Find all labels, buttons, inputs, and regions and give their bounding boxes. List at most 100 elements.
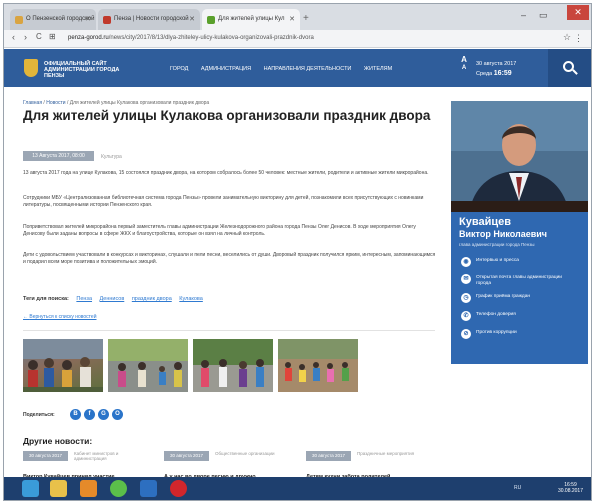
tab-close-icon[interactable]: ✕ — [189, 15, 195, 23]
tab-favicon-icon — [103, 16, 111, 24]
share-ok-button[interactable]: О — [112, 409, 123, 420]
site-name-line: ПЕНЗЫ — [44, 73, 65, 79]
back-button[interactable]: ‹ — [12, 32, 15, 42]
news-category: Общественные организации — [215, 451, 275, 456]
site-header: ОФИЦИАЛЬНЫЙ САЙТ АДМИНИСТРАЦИИ ГОРОДА ПЕ… — [4, 49, 591, 87]
explorer-icon[interactable] — [50, 480, 67, 497]
sidebar-item-label: График приёма граждан — [476, 294, 531, 299]
breadcrumb-home[interactable]: Главная — [23, 100, 42, 106]
url-host: penza-gorod.ru — [68, 35, 109, 41]
gallery-photo[interactable] — [278, 339, 358, 392]
sidebar-item-schedule[interactable]: ◷ График приёма граждан — [461, 293, 585, 306]
media-player-icon[interactable] — [80, 480, 97, 497]
official-portrait[interactable] — [451, 101, 588, 212]
photo-crowd-2 — [108, 339, 188, 392]
tab-close-icon[interactable]: ✕ — [289, 15, 295, 23]
news-category: Праздничные мероприятия — [357, 451, 415, 456]
main-nav: ГОРОД АДМИНИСТРАЦИЯ НАПРАВЛЕНИЯ ДЕЯТЕЛЬН… — [170, 66, 403, 72]
chrome-icon[interactable] — [110, 480, 127, 497]
official-name: Виктор Николаевич — [459, 229, 548, 239]
share-google-button[interactable]: G — [98, 409, 109, 420]
close-window-button[interactable]: ✕ — [567, 5, 589, 20]
nav-item-residents[interactable]: ЖИТЕЛЯМ — [364, 66, 392, 72]
opera-icon[interactable] — [170, 480, 187, 497]
tag-link[interactable]: Деннисов — [100, 296, 125, 302]
url-field[interactable]: penza-gorod.ru/news/city/2017/8/13/dlya-… — [68, 33, 558, 45]
tab-strip: О Пензенской городской ✕ Пенза | Новости… — [4, 4, 591, 30]
news-date-badge: 30 августа 2017 — [164, 451, 209, 461]
breadcrumb: Главная / Новости / Для жителей улицы Ку… — [23, 100, 210, 106]
search-button[interactable] — [548, 49, 591, 87]
header-datetime: 30 августа 2017 Среда 16:59 — [476, 60, 516, 79]
calendar-icon: ◷ — [461, 293, 471, 303]
sidebar-item-trust-phone[interactable]: ✆ Телефон доверия — [461, 311, 585, 324]
new-tab-button[interactable]: + — [303, 13, 309, 24]
article-paragraph: Дети с удовольствием участвовали в конку… — [23, 252, 436, 265]
article-category[interactable]: Культура — [101, 154, 122, 160]
gallery-photo[interactable] — [23, 339, 103, 392]
article-paragraph: Поприветствовал жителей микрорайона перв… — [23, 224, 416, 237]
sidebar-item-interviews[interactable]: ◉ Интервью и пресса — [461, 257, 585, 270]
browser-tab-2[interactable]: Пенза | Новости городской ✕ — [98, 9, 200, 30]
browser-menu-button[interactable]: ⋮ — [574, 33, 583, 44]
tab-favicon-icon — [15, 16, 23, 24]
browser-tab-1[interactable]: О Пензенской городской ✕ — [10, 9, 96, 30]
minimize-button[interactable]: – — [521, 10, 526, 20]
header-weekday: Среда — [476, 71, 493, 77]
tab-close-icon[interactable]: ✕ — [85, 15, 91, 23]
other-news-heading: Другие новости: — [23, 436, 93, 446]
tag-link[interactable]: Кулакова — [179, 296, 203, 302]
tab-title: Для жителей улицы Кул — [218, 16, 285, 22]
tab-favicon-icon — [207, 16, 215, 24]
photo-crowd-1 — [23, 339, 103, 392]
system-clock[interactable]: 16:59 30.08.2017 — [558, 482, 583, 494]
clock-date: 30.08.2017 — [557, 488, 583, 494]
photo-crowd-4 — [278, 339, 358, 392]
breadcrumb-current: Для жителей улицы Кулакова организовали … — [69, 100, 210, 106]
gallery-photo[interactable] — [193, 339, 273, 392]
back-to-news-label: Вернуться к списку новостей — [29, 314, 97, 320]
page-content: Главная / Новости / Для жителей улицы Ку… — [4, 87, 591, 480]
breadcrumb-news[interactable]: Новости — [46, 100, 65, 106]
header-date: 30 августа 2017 — [476, 61, 517, 67]
gallery-photo[interactable] — [108, 339, 188, 392]
phone-icon: ✆ — [461, 311, 471, 321]
site-name[interactable]: ОФИЦИАЛЬНЫЙ САЙТ АДМИНИСТРАЦИИ ГОРОДА ПЕ… — [44, 61, 144, 79]
nav-item-activities[interactable]: НАПРАВЛЕНИЯ ДЕЯТЕЛЬНОСТИ — [264, 66, 352, 72]
tag-link[interactable]: праздник двора — [132, 296, 172, 302]
nav-item-administration[interactable]: АДМИНИСТРАЦИЯ — [201, 66, 251, 72]
share-facebook-button[interactable]: f — [84, 409, 95, 420]
news-category: Кабинет министров и администрация — [74, 451, 119, 461]
font-large-button[interactable]: А — [459, 55, 469, 64]
browser-window: О Пензенской городской ✕ Пенза | Новости… — [3, 3, 592, 501]
home-button[interactable]: ⊞ — [49, 32, 56, 41]
shield-icon: ⊘ — [461, 329, 471, 339]
browser-tab-3-active[interactable]: Для жителей улицы Кул ✕ — [202, 9, 300, 30]
bookmark-star-icon[interactable]: ☆ — [563, 32, 571, 43]
head-of-administration-panel: Кувайцев Виктор Николаевич глава админис… — [451, 101, 588, 364]
article-date-badge: 13 Августа 2017, 08:00 — [23, 151, 94, 161]
back-to-news-link[interactable]: ← Вернуться к списку новостей — [23, 314, 96, 320]
start-button-icon[interactable] — [22, 480, 39, 497]
maximize-button[interactable]: ▭ — [539, 10, 548, 21]
address-bar: ‹ › C ⊞ penza-gorod.ru/news/city/2017/8/… — [4, 30, 591, 48]
forward-button[interactable]: › — [24, 32, 27, 42]
reload-button[interactable]: C — [36, 32, 42, 41]
official-role: глава администрации города Пензы — [459, 242, 535, 247]
page-title: Для жителей улицы Кулакова организовали … — [23, 108, 431, 123]
tab-title: Пенза | Новости городской — [114, 16, 189, 22]
nav-item-city[interactable]: ГОРОД — [170, 66, 188, 72]
sidebar-item-label: Против коррупции — [476, 330, 517, 335]
font-size-switcher: А А — [459, 55, 469, 73]
sidebar-item-anticorruption[interactable]: ⊘ Против коррупции — [461, 329, 585, 342]
font-small-button[interactable]: А — [459, 64, 469, 73]
sidebar-item-label: Открытая почта главы администрации город… — [476, 275, 562, 286]
language-indicator[interactable]: RU — [514, 485, 521, 491]
search-tags: Теги для поиска: Пенза Деннисов праздник… — [23, 296, 209, 302]
share-vk-button[interactable]: В — [70, 409, 81, 420]
city-emblem-icon[interactable] — [24, 59, 38, 77]
official-surname: Кувайцев — [459, 216, 511, 228]
sidebar-item-open-mail[interactable]: ✉ Открытая почта главы администрации гор… — [461, 274, 585, 287]
word-icon[interactable] — [140, 480, 157, 497]
tag-link[interactable]: Пенза — [76, 296, 92, 302]
